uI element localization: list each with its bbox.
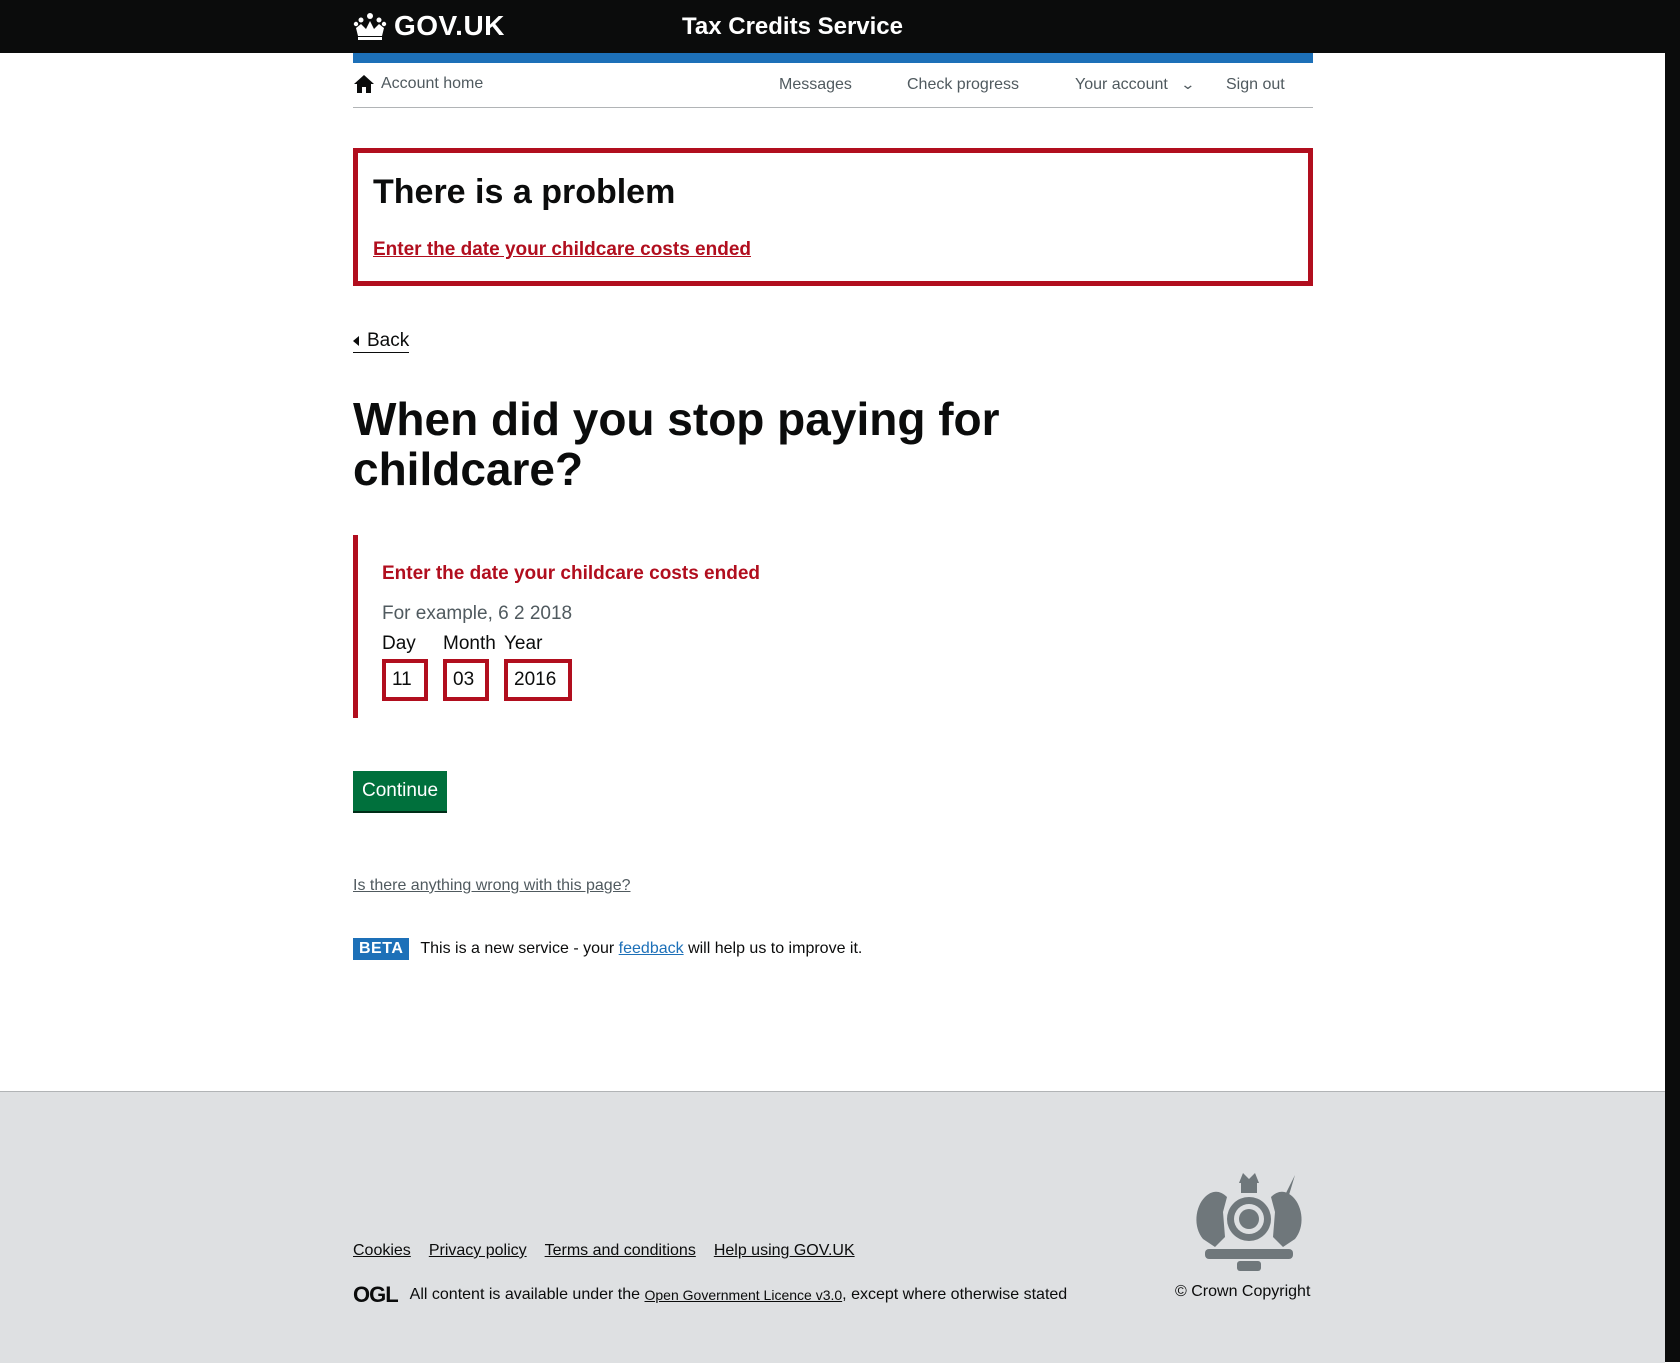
crown-copyright[interactable]: © Crown Copyright	[1175, 1283, 1310, 1301]
beta-banner: BETA This is a new service - your feedba…	[353, 938, 862, 960]
field-error-message: Enter the date your childcare costs ende…	[382, 563, 760, 584]
account-navigation: Account home Messages Check progress You…	[353, 63, 1313, 108]
year-input[interactable]: 2016	[504, 659, 572, 701]
licence-text-before: All content is available under the	[409, 1286, 641, 1303]
feedback-link[interactable]: feedback	[619, 940, 684, 958]
header-inner: GOV.UK Tax Credits Service	[353, 0, 1313, 53]
footer-links: Cookies Privacy policy Terms and conditi…	[353, 1242, 873, 1260]
back-link[interactable]: Back	[353, 330, 410, 353]
site-footer: Cookies Privacy policy Terms and conditi…	[0, 1091, 1665, 1363]
nav-your-account-label: Your account	[1075, 76, 1168, 93]
error-summary-title: There is a problem	[373, 173, 676, 211]
nav-your-account[interactable]: Your account ⌄	[1075, 76, 1196, 94]
chevron-down-icon: ⌄	[1180, 76, 1196, 92]
beta-text-before: This is a new service - your	[420, 940, 615, 957]
error-summary: There is a problem Enter the date your c…	[353, 148, 1313, 286]
home-icon	[354, 75, 374, 93]
year-label: Year	[504, 633, 543, 654]
beta-text-after: will help us to improve it.	[688, 940, 863, 957]
month-label: Month	[443, 633, 496, 654]
royal-coat-of-arms-icon	[1196, 1173, 1302, 1271]
beta-tag: BETA	[353, 938, 410, 960]
footer-link-cookies[interactable]: Cookies	[353, 1242, 411, 1260]
header-blue-bar	[353, 53, 1313, 63]
year-item: Year 2016	[504, 633, 572, 701]
date-form-group: Enter the date your childcare costs ende…	[353, 535, 1058, 718]
crown-icon	[353, 13, 387, 40]
month-item: Month 03	[443, 633, 496, 701]
day-label: Day	[382, 633, 416, 654]
report-problem-link[interactable]: Is there anything wrong with this page?	[353, 877, 631, 895]
error-summary-link[interactable]: Enter the date your childcare costs ende…	[373, 239, 751, 261]
day-item: Day 11	[382, 633, 428, 701]
licence-link[interactable]: Open Government Licence v3.0	[645, 1287, 843, 1303]
nav-messages[interactable]: Messages	[779, 76, 852, 94]
nav-sign-out[interactable]: Sign out	[1226, 76, 1285, 94]
date-hint: For example, 6 2 2018	[382, 603, 573, 624]
continue-button[interactable]: Continue	[353, 771, 447, 811]
window-edge	[1665, 0, 1680, 1362]
account-home-label: Account home	[381, 75, 484, 92]
licence-text-after: , except where otherwise stated	[842, 1286, 1068, 1303]
nav-check-progress[interactable]: Check progress	[907, 76, 1019, 94]
govuk-logo[interactable]: GOV.UK	[353, 10, 505, 42]
account-home-link[interactable]: Account home	[353, 74, 483, 94]
page-title: When did you stop paying for childcare?	[353, 393, 1000, 495]
site-header: GOV.UK Tax Credits Service	[0, 0, 1665, 53]
ogl-logo: OGL	[353, 1282, 399, 1307]
footer-link-help[interactable]: Help using GOV.UK	[714, 1242, 855, 1260]
footer-link-terms[interactable]: Terms and conditions	[545, 1242, 696, 1260]
day-input[interactable]: 11	[382, 659, 428, 701]
logo-text: GOV.UK	[394, 10, 505, 41]
licence-statement: OGL All content is available under the O…	[353, 1282, 1067, 1308]
month-input[interactable]: 03	[443, 659, 489, 701]
service-name[interactable]: Tax Credits Service	[682, 13, 903, 41]
footer-link-privacy[interactable]: Privacy policy	[429, 1242, 527, 1260]
